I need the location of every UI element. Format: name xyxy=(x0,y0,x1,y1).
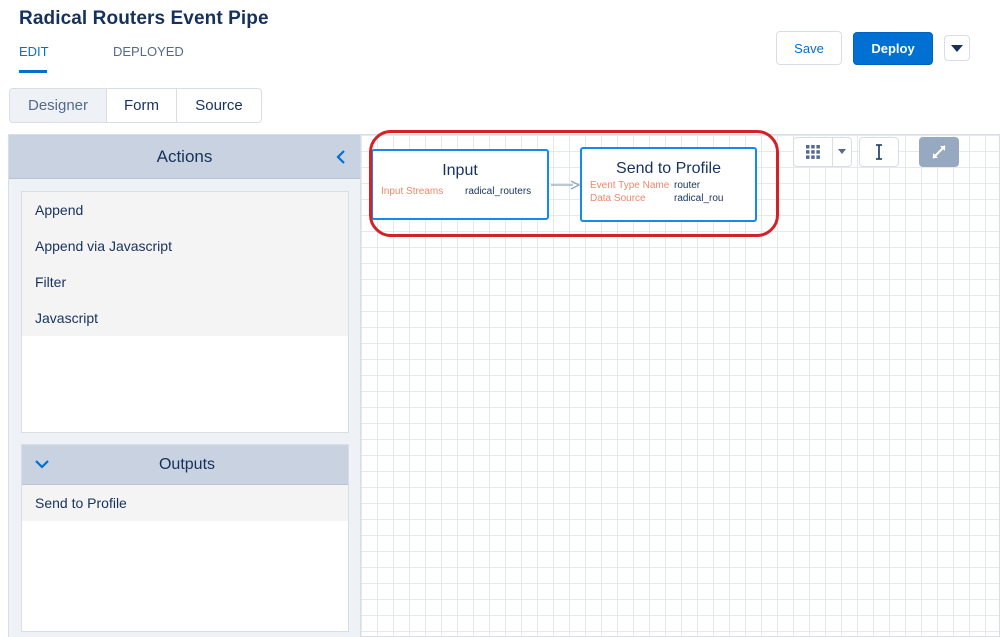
connector-arrow xyxy=(551,180,581,190)
tool-vertical-layout-button[interactable] xyxy=(859,137,899,167)
pipeline-canvas[interactable]: Input Input Streams radical_routers Send… xyxy=(361,130,999,636)
collapse-sidebar-icon[interactable] xyxy=(332,147,350,167)
tool-grid-dropdown[interactable] xyxy=(832,137,852,167)
node-send-to-profile-title: Send to Profile xyxy=(616,160,721,177)
more-actions-button[interactable] xyxy=(944,35,970,61)
view-source-button[interactable]: Source xyxy=(177,89,261,122)
tab-edit[interactable]: EDIT xyxy=(19,44,49,59)
node-input[interactable]: Input Input Streams radical_routers xyxy=(371,149,549,220)
expand-icon xyxy=(932,145,946,159)
outputs-panel: Outputs Send to Profile xyxy=(21,444,349,632)
tool-grid-button[interactable] xyxy=(793,137,833,167)
chevron-down-icon xyxy=(951,44,963,52)
sidebar: Actions Append Append via Javascript Fil… xyxy=(9,135,361,637)
node-field-value: radical_routers xyxy=(465,186,532,197)
node-field-row: Data Source radical_rou xyxy=(590,193,755,204)
page-title: Radical Routers Event Pipe xyxy=(19,8,269,29)
node-field-value: router xyxy=(674,180,701,191)
chevron-down-icon xyxy=(838,149,846,154)
actions-panel: Append Append via Javascript Filter Java… xyxy=(21,191,349,433)
grid-icon xyxy=(806,145,820,159)
output-item-send-to-profile[interactable]: Send to Profile xyxy=(22,485,348,521)
outputs-title: Outputs xyxy=(158,455,216,473)
node-send-to-profile[interactable]: Send to Profile Event Type Name router D… xyxy=(580,147,757,222)
node-field-key: Input Streams xyxy=(381,186,444,197)
node-field-row: Input Streams radical_routers xyxy=(381,186,547,197)
outputs-header[interactable]: Outputs xyxy=(22,445,348,485)
node-input-title: Input xyxy=(442,162,478,179)
view-form-button[interactable]: Form xyxy=(107,89,177,122)
action-item-javascript[interactable]: Javascript xyxy=(22,300,348,336)
node-field-key: Data Source xyxy=(590,193,646,204)
action-item-append-via-javascript[interactable]: Append via Javascript xyxy=(22,228,348,264)
tool-expand-button[interactable] xyxy=(919,137,959,167)
tab-edit-active-indicator xyxy=(19,70,47,73)
chevron-down-icon[interactable] xyxy=(34,456,50,472)
designer-workspace: Actions Append Append via Javascript Fil… xyxy=(8,130,1000,637)
node-field-row: Event Type Name router xyxy=(590,180,755,191)
vertical-resize-icon xyxy=(876,144,882,160)
node-field-value: radical_rou xyxy=(674,193,724,204)
actions-title: Actions xyxy=(156,146,213,166)
view-designer-button[interactable]: Designer xyxy=(10,89,107,122)
view-switcher: Designer Form Source xyxy=(9,88,262,123)
deploy-button[interactable]: Deploy xyxy=(853,32,933,65)
action-list: Append Append via Javascript Filter Java… xyxy=(22,192,348,336)
save-button[interactable]: Save xyxy=(776,31,842,65)
actions-header: Actions xyxy=(9,135,360,179)
tab-deployed[interactable]: DEPLOYED xyxy=(113,44,184,59)
node-field-key: Event Type Name xyxy=(590,180,670,191)
action-item-filter[interactable]: Filter xyxy=(22,264,348,300)
action-item-append[interactable]: Append xyxy=(22,192,348,228)
